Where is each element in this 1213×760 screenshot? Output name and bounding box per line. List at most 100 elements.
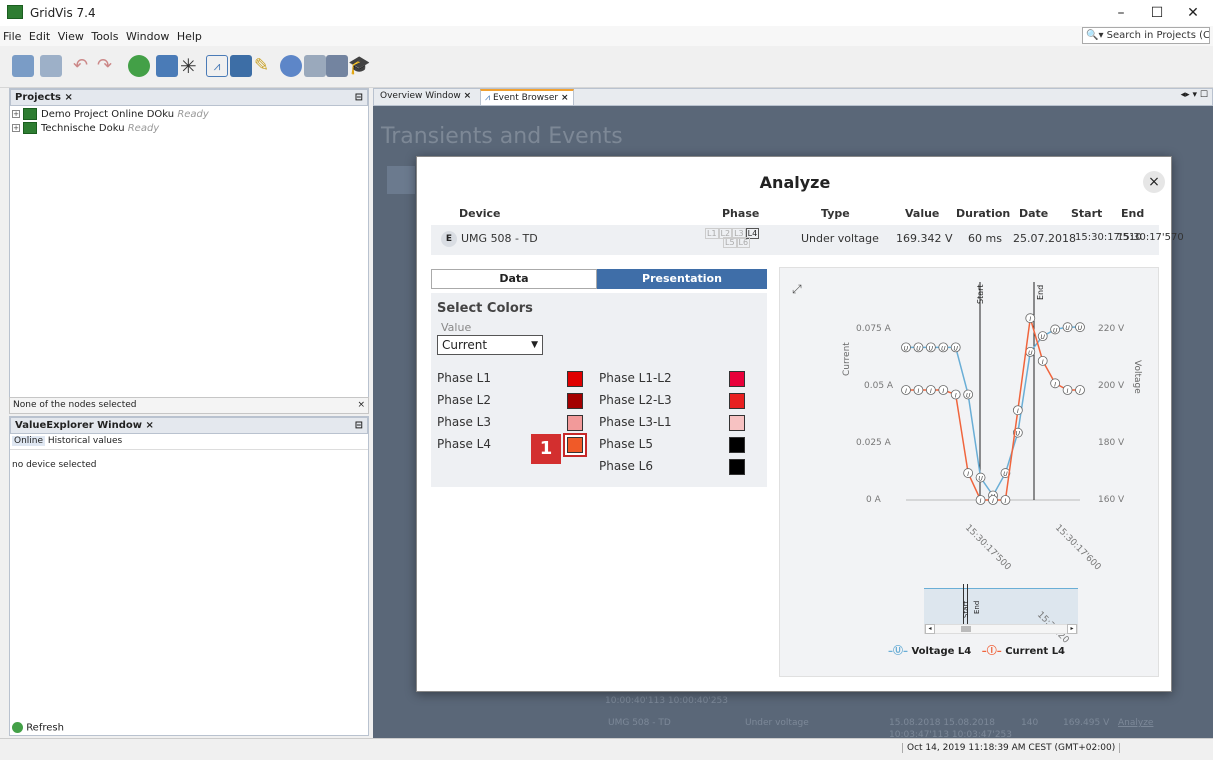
data-point-marker: I <box>980 498 982 505</box>
search-icon: 🔍▾ <box>1086 30 1107 41</box>
refresh-label: Refresh <box>26 722 64 733</box>
phase-l2-swatch[interactable] <box>567 393 583 409</box>
y-tick-0: 0 A <box>866 495 881 505</box>
event-badge: E <box>441 231 457 247</box>
save-all-icon[interactable] <box>40 55 62 77</box>
minimize-panel-icon[interactable]: ⊟ <box>355 420 363 431</box>
event-type: Under voltage <box>801 232 879 245</box>
close-dialog-button[interactable]: × <box>1143 171 1165 193</box>
list-icon[interactable] <box>304 55 326 77</box>
maximize-icon[interactable]: ☐ <box>1140 2 1174 24</box>
value-select[interactable]: Current ▼ <box>437 335 543 355</box>
users-icon[interactable] <box>280 55 302 77</box>
new-project-icon[interactable] <box>12 55 34 77</box>
scroll-right-icon[interactable]: ▸ <box>1067 624 1077 634</box>
close-tab-icon[interactable]: × <box>145 420 153 431</box>
menu-tools[interactable]: Tools <box>91 26 118 43</box>
data-point-marker: U <box>941 345 946 352</box>
event-date: 25.07.2018 <box>1013 232 1076 245</box>
redo-icon[interactable]: ↷ <box>97 55 119 77</box>
expand-icon[interactable]: + <box>12 110 20 118</box>
color-settings-panel: Select Colors Value Current ▼ Phase L1 Ph… <box>431 293 767 487</box>
menu-window[interactable]: Window <box>126 26 169 43</box>
close-tab-icon[interactable]: × <box>464 91 472 101</box>
phase-l5-swatch[interactable] <box>729 437 745 453</box>
tab-overview-window[interactable]: Overview Window × <box>380 91 471 101</box>
tab-historical-values[interactable]: Historical values <box>48 436 122 446</box>
phase-l4-swatch[interactable] <box>567 437 583 453</box>
close-window-icon[interactable]: ✕ <box>1176 2 1210 24</box>
menu-edit[interactable]: Edit <box>29 26 50 43</box>
graph-icon[interactable]: ⩘ <box>206 55 228 77</box>
legend-current[interactable]: Current L4 <box>1005 646 1065 657</box>
tree-item[interactable]: + Technische Doku Ready <box>12 122 370 134</box>
status-bar: Oct 14, 2019 11:18:39 AM CEST (GMT+02:00… <box>0 738 1213 760</box>
tab-presentation[interactable]: Presentation <box>597 269 767 289</box>
phase-l1-l2-swatch[interactable] <box>729 371 745 387</box>
step-callout: 1 <box>531 434 561 464</box>
bg-row-device: UMG 508 - TD <box>608 718 671 728</box>
tab-data[interactable]: Data <box>431 269 597 289</box>
export-icon[interactable] <box>326 55 348 77</box>
phase-l1-swatch[interactable] <box>567 371 583 387</box>
data-point-marker: I <box>1079 388 1081 395</box>
navigator-scrollbar[interactable]: ◂ ▸ <box>924 624 1078 634</box>
minimize-panel-icon[interactable]: ⊟ <box>355 92 363 103</box>
y2-tick-3: 220 V <box>1098 324 1125 334</box>
phase-l5: L5 <box>723 237 737 248</box>
close-tab-icon[interactable]: × <box>561 93 569 103</box>
data-point-marker: U <box>1003 471 1008 478</box>
scroll-left-icon[interactable]: ◂ <box>925 624 935 634</box>
y2-tick-2: 200 V <box>1098 381 1125 391</box>
tool-icon[interactable]: ✎ <box>254 55 276 77</box>
tab-nav-icons[interactable]: ◂▸ ▾ ☐ <box>1181 90 1208 100</box>
phase-l1: L1 <box>705 228 719 239</box>
chart-navigator[interactable] <box>924 588 1078 626</box>
tab-online[interactable]: Online <box>12 436 46 446</box>
device-icon[interactable] <box>156 55 178 77</box>
project-status: Ready <box>127 123 160 134</box>
phase-l2-label: Phase L2 <box>437 393 491 407</box>
chart-panel: ⤢ UUUUUUUUUUUUUUUIIIIIIIIIIIIIII Current… <box>779 267 1159 677</box>
refresh-icon[interactable] <box>128 55 150 77</box>
report-icon[interactable] <box>230 55 252 77</box>
menu-help[interactable]: Help <box>177 26 202 43</box>
phase-l3-swatch[interactable] <box>567 415 583 431</box>
project-tree: + Demo Project Online DOku Ready + Technis… <box>12 108 370 134</box>
data-point-marker: I <box>967 471 969 478</box>
header-duration: Duration <box>956 207 1011 220</box>
phase-l3-l1-swatch[interactable] <box>729 415 745 431</box>
menu-view[interactable]: View <box>58 26 84 43</box>
data-point-marker: U <box>978 476 983 483</box>
nav-start-label: Start <box>962 600 970 618</box>
undo-icon[interactable]: ↶ <box>73 55 95 77</box>
value-explorer-tabs: Online Historical values <box>10 434 368 450</box>
close-icon[interactable]: × <box>357 400 365 410</box>
phase-l6-swatch[interactable] <box>729 459 745 475</box>
project-name: Technische Doku <box>41 123 125 134</box>
close-tab-icon[interactable]: × <box>65 92 73 103</box>
bg-analyze-link: Analyze <box>1118 718 1154 728</box>
header-start: Start <box>1071 207 1103 220</box>
scroll-thumb[interactable] <box>961 626 971 632</box>
academy-icon[interactable]: 🎓 <box>348 55 370 77</box>
star-network-icon[interactable]: ✳ <box>180 55 202 77</box>
data-point-marker: U <box>1078 325 1083 332</box>
minimize-icon[interactable]: – <box>1104 2 1138 24</box>
legend-voltage[interactable]: Voltage L4 <box>911 646 971 657</box>
phase-l2-l3-swatch[interactable] <box>729 393 745 409</box>
refresh-button[interactable]: Refresh <box>12 721 64 733</box>
menu-file[interactable]: File <box>3 26 21 43</box>
event-end: 15:30:17'570 <box>1117 232 1184 243</box>
data-point-marker: U <box>954 345 959 352</box>
chevron-down-icon: ▼ <box>531 340 538 350</box>
tree-item[interactable]: + Demo Project Online DOku Ready <box>12 108 370 120</box>
value-explorer-header: ValueExplorer Window × ⊟ <box>10 417 368 434</box>
expand-icon[interactable]: + <box>12 124 20 132</box>
search-input[interactable]: 🔍▾ Search in Projects (Ctrl+I) <box>1082 27 1210 44</box>
tab-event-browser[interactable]: ⩘ Event Browser × <box>480 89 574 106</box>
data-point-marker: U <box>1028 350 1033 357</box>
legend-current-icon: –Ⓘ– <box>981 646 1002 657</box>
phase-l6-label: Phase L6 <box>599 459 653 473</box>
selection-text: None of the nodes selected <box>13 400 137 410</box>
